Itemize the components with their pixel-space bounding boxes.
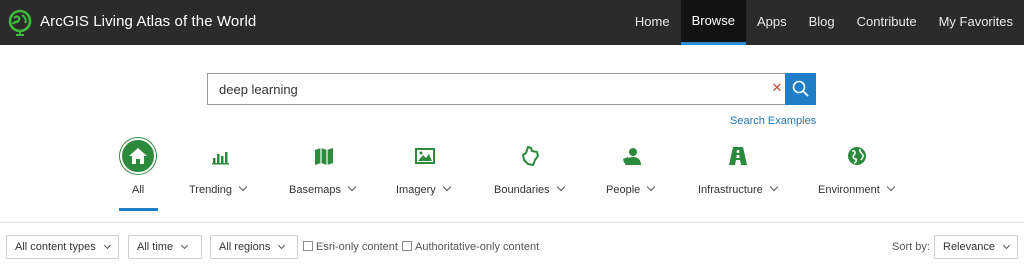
time-dropdown[interactable]: All time — [128, 235, 202, 259]
main-nav: Home Browse Apps Blog Contribute My Favo… — [624, 0, 1024, 45]
esri-only-checkbox[interactable]: Esri-only content — [303, 241, 398, 253]
sort-dropdown[interactable]: Relevance — [934, 235, 1018, 259]
boundary-icon — [522, 146, 539, 166]
bar-chart-icon — [212, 152, 229, 165]
chevron-down-icon — [1002, 241, 1011, 250]
map-icon — [315, 148, 333, 165]
chevron-down-icon — [103, 241, 111, 250]
nav-my-favorites[interactable]: My Favorites — [928, 0, 1024, 45]
chevron-down-icon — [886, 182, 896, 192]
home-icon — [129, 148, 147, 164]
category-all-label: All — [132, 184, 145, 196]
category-basemaps-label: Basemaps — [289, 182, 357, 196]
chevron-down-icon — [347, 182, 357, 192]
checkbox-box[interactable] — [303, 241, 313, 251]
checkbox-box[interactable] — [402, 241, 412, 251]
search-examples-link[interactable]: Search Examples — [730, 115, 816, 127]
category-imagery-label: Imagery — [396, 182, 451, 196]
chevron-down-icon — [647, 182, 656, 192]
chevron-down-icon — [442, 182, 451, 192]
nav-home[interactable]: Home — [624, 0, 681, 45]
category-environment-label: Environment — [818, 182, 896, 196]
chevron-down-icon — [556, 182, 565, 192]
active-category-indicator — [119, 208, 158, 211]
chevron-down-icon — [238, 182, 248, 192]
chevron-down-icon — [769, 182, 779, 192]
sort-by-label: Sort by: — [892, 241, 930, 253]
content-types-dropdown[interactable]: All content types — [6, 235, 119, 259]
category-boundaries-label: Boundaries — [494, 182, 565, 196]
search-bar: ✕ — [207, 73, 816, 105]
section-divider — [0, 222, 1024, 223]
road-icon — [729, 147, 747, 165]
category-all-button[interactable] — [120, 138, 156, 174]
people-icon — [623, 148, 641, 165]
nav-browse[interactable]: Browse — [680, 0, 746, 45]
top-bar: ArcGIS Living Atlas of the World Home Br… — [0, 0, 1024, 45]
chevron-down-icon — [181, 241, 189, 250]
nav-contribute[interactable]: Contribute — [846, 0, 928, 45]
site-title[interactable]: ArcGIS Living Atlas of the World — [40, 13, 256, 30]
image-icon — [415, 148, 435, 164]
category-infrastructure-label: Infrastructure — [698, 182, 779, 196]
search-button[interactable] — [785, 73, 816, 105]
search-input[interactable] — [207, 73, 785, 105]
category-trending-label: Trending — [189, 182, 248, 196]
search-icon — [792, 80, 809, 97]
category-people-label: People — [606, 182, 656, 196]
clear-search-icon[interactable]: ✕ — [770, 81, 784, 95]
regions-dropdown[interactable]: All regions — [210, 235, 298, 259]
authoritative-only-checkbox[interactable]: Authoritative-only content — [402, 241, 539, 253]
nav-apps[interactable]: Apps — [746, 0, 798, 45]
chevron-down-icon — [278, 241, 286, 250]
arcgis-globe-logo-icon[interactable] — [6, 8, 34, 36]
globe-icon — [848, 147, 866, 165]
nav-blog[interactable]: Blog — [798, 0, 846, 45]
